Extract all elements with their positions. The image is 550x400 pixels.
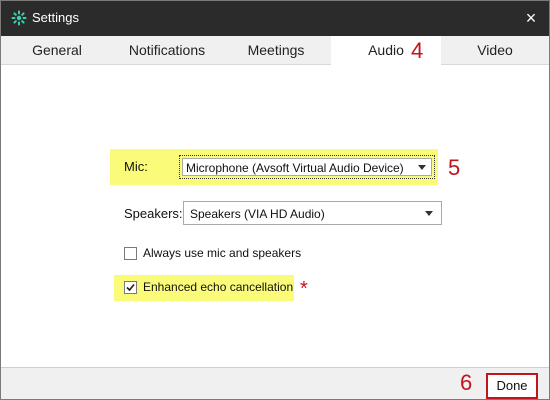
step-marker-audio-tab: 4: [411, 38, 424, 63]
tab-notifications[interactable]: Notifications: [113, 36, 221, 64]
footer-bar: 6 Done: [1, 367, 549, 399]
speakers-select-value: Speakers (VIA HD Audio): [190, 207, 325, 221]
title-bar: Settings ×: [1, 1, 549, 36]
echo-cancellation-checkbox[interactable]: [124, 281, 137, 294]
close-icon[interactable]: ×: [519, 6, 543, 30]
chevron-down-icon: [425, 211, 433, 216]
step-marker-mic: 5: [448, 155, 461, 180]
always-use-label: Always use mic and speakers: [143, 246, 302, 260]
mic-select-value: Microphone (Avsoft Virtual Audio Device): [186, 161, 404, 175]
check-icon: [126, 283, 135, 292]
mic-label: Mic:: [124, 159, 148, 174]
chevron-down-icon: [418, 165, 426, 170]
tab-meetings[interactable]: Meetings: [221, 36, 331, 64]
echo-required-star: *: [300, 278, 308, 300]
speakers-label: Speakers:: [124, 206, 183, 221]
settings-window: Settings × General Notifications Meeting…: [0, 0, 550, 400]
mic-select[interactable]: Microphone (Avsoft Virtual Audio Device): [179, 155, 435, 179]
tab-audio[interactable]: Audio: [331, 36, 441, 65]
step-marker-done: 6: [460, 370, 473, 395]
speakers-select[interactable]: Speakers (VIA HD Audio): [183, 201, 442, 225]
tab-general[interactable]: General: [1, 36, 113, 64]
tab-video[interactable]: Video: [441, 36, 549, 64]
always-use-checkbox[interactable]: [124, 247, 137, 260]
tab-audio-label: Audio: [368, 42, 404, 58]
echo-cancellation-label: Enhanced echo cancellation: [143, 280, 294, 294]
gear-icon: [11, 10, 27, 26]
tab-bar: General Notifications Meetings Audio Vid…: [1, 36, 549, 65]
done-button[interactable]: Done: [486, 373, 538, 399]
window-title: Settings: [32, 10, 79, 25]
